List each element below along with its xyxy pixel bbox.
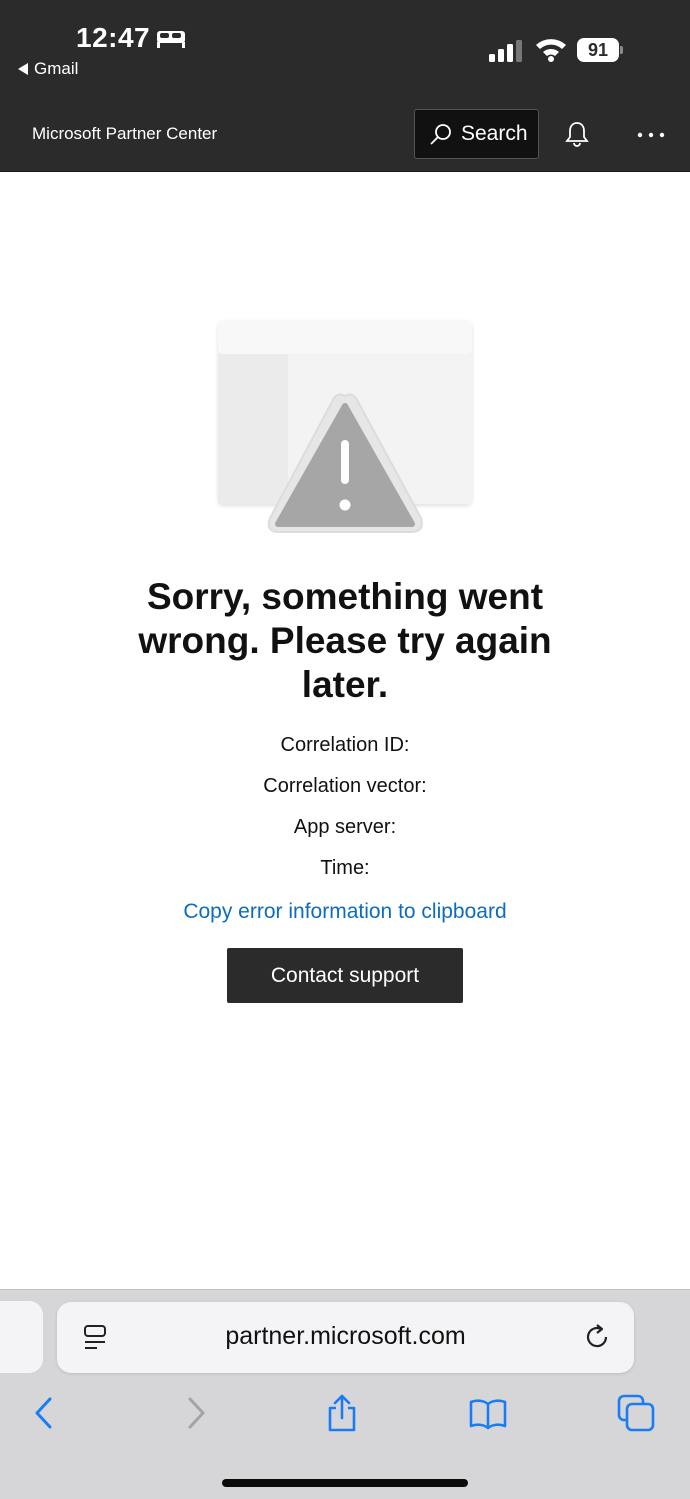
search-button[interactable]: Search <box>414 109 539 159</box>
url-text[interactable]: partner.microsoft.com <box>57 1322 634 1351</box>
app-title[interactable]: Microsoft Partner Center <box>32 124 217 144</box>
correlation-vector-label: Correlation vector: <box>263 775 427 797</box>
more-options-icon[interactable] <box>636 131 666 139</box>
time-label: Time: <box>320 857 370 879</box>
error-illustration <box>218 320 472 533</box>
browser-toolbar: partner.microsoft.com <box>0 1289 690 1499</box>
error-title: Sorry, something went wrong. Please try … <box>138 576 552 705</box>
share-icon[interactable] <box>323 1394 361 1432</box>
tabs-icon[interactable] <box>617 1394 655 1432</box>
cellular-signal-icon <box>489 40 522 62</box>
battery-nub <box>620 46 623 54</box>
sleep-focus-icon <box>157 31 185 48</box>
previous-tab-peek[interactable] <box>0 1301 43 1373</box>
battery-indicator: 91 <box>577 38 623 62</box>
back-icon[interactable] <box>26 1394 64 1432</box>
back-app-label: Gmail <box>34 59 79 78</box>
back-to-gmail[interactable]: Gmail <box>18 59 78 79</box>
status-bar: 12:47 Gmail 91 <box>0 0 690 97</box>
app-header: Microsoft Partner Center Search <box>0 97 690 172</box>
wifi-icon <box>536 39 566 62</box>
search-icon <box>430 124 451 145</box>
status-time: 12:47 <box>76 22 151 53</box>
search-label: Search <box>461 122 528 145</box>
forward-icon[interactable] <box>176 1394 214 1432</box>
notification-bell-icon[interactable] <box>565 121 589 147</box>
back-arrow-icon <box>18 63 28 75</box>
home-indicator[interactable] <box>222 1479 468 1487</box>
copy-error-link[interactable]: Copy error information to clipboard <box>100 900 590 924</box>
correlation-id-label: Correlation ID: <box>280 734 410 756</box>
contact-support-button[interactable]: Contact support <box>227 948 463 1003</box>
reload-icon[interactable] <box>584 1323 612 1351</box>
address-bar[interactable]: partner.microsoft.com <box>57 1302 634 1373</box>
bookmarks-icon[interactable] <box>469 1394 507 1432</box>
app-server-label: App server: <box>293 816 397 838</box>
battery-level: 91 <box>577 38 619 62</box>
